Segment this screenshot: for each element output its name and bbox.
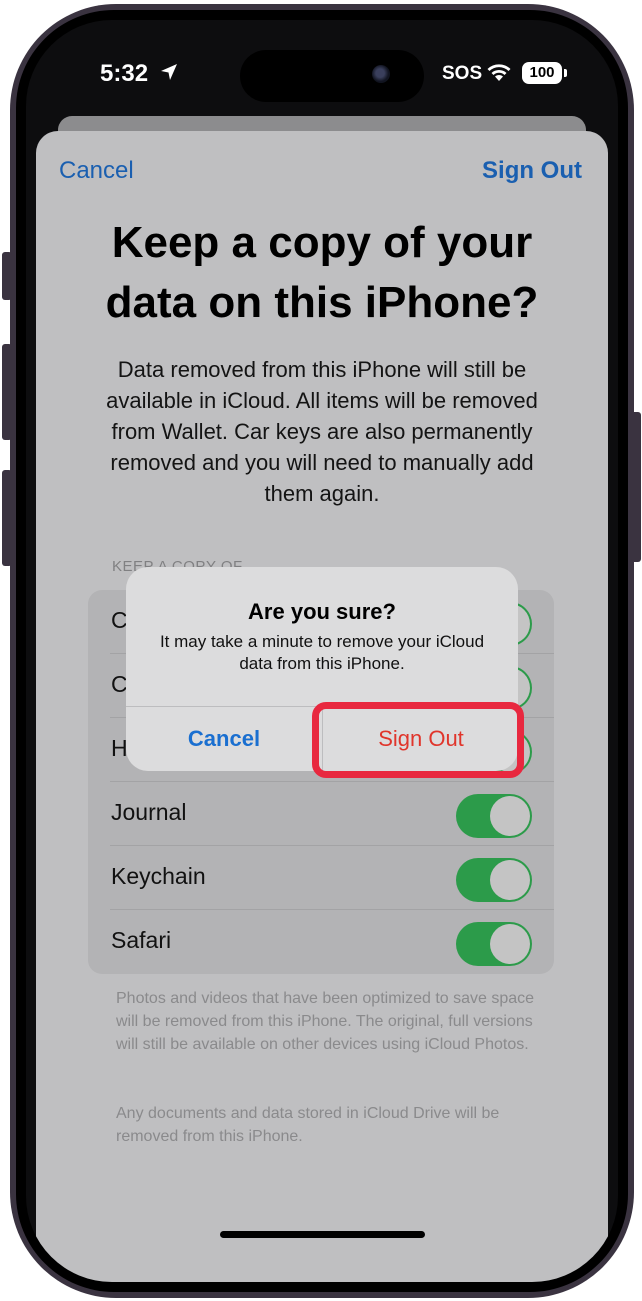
status-time: 5:32 xyxy=(100,60,149,87)
sos-indicator: SOS xyxy=(442,63,483,84)
highlight-box xyxy=(312,702,524,778)
alert-title: Are you sure? xyxy=(248,599,396,624)
volume-down-button xyxy=(2,470,12,566)
sheet-sign-out-button[interactable]: Sign Out xyxy=(482,157,582,185)
list-item-label: Journal xyxy=(111,799,187,825)
side-button xyxy=(631,412,641,562)
battery-icon: 100 xyxy=(522,62,562,84)
action-button xyxy=(2,252,12,300)
front-camera xyxy=(372,65,390,83)
home-indicator[interactable] xyxy=(220,1231,425,1238)
alert-cancel-button[interactable]: Cancel xyxy=(126,707,322,771)
toggle-knob xyxy=(490,924,530,964)
journal-toggle[interactable] xyxy=(456,794,532,838)
sheet-cancel-button[interactable]: Cancel xyxy=(59,157,134,185)
location-arrow-icon xyxy=(160,63,178,86)
sheet-title: Keep a copy of your data on this iPhone? xyxy=(105,218,539,327)
screen: 5:32 SOS 100 Cancel Sign Out Keep a copy… xyxy=(26,20,618,1282)
sheet-description: Data removed from this iPhone will still… xyxy=(106,357,538,506)
safari-toggle[interactable] xyxy=(456,922,532,966)
wifi-icon xyxy=(486,62,512,87)
list-item-keychain: Keychain xyxy=(88,846,554,910)
battery-cap xyxy=(564,69,567,77)
list-item-label: Keychain xyxy=(111,863,206,889)
footer-drive-note: Any documents and data stored in iCloud … xyxy=(116,1105,500,1145)
keychain-toggle[interactable] xyxy=(456,858,532,902)
toggle-knob xyxy=(490,796,530,836)
footer-photos-note: Photos and videos that have been optimiz… xyxy=(116,990,535,1053)
battery-level: 100 xyxy=(529,64,555,81)
dynamic-island xyxy=(240,50,424,102)
toggle-knob xyxy=(490,860,530,900)
list-item-label: Safari xyxy=(111,927,172,953)
alert-message: It may take a minute to remove your iClo… xyxy=(159,632,485,673)
volume-up-button xyxy=(2,344,12,440)
list-item-safari: Safari xyxy=(88,910,554,974)
list-item-journal: Journal xyxy=(88,782,554,846)
status-bar: 5:32 SOS 100 xyxy=(26,20,618,120)
